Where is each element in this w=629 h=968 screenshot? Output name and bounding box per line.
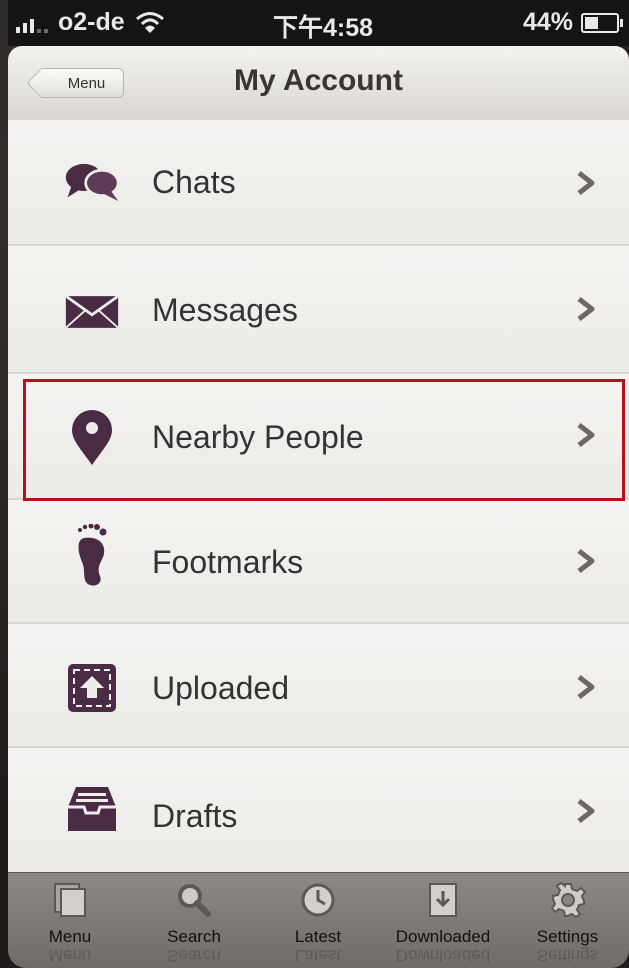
menu-item-chats[interactable]: Chats [8, 120, 629, 246]
tab-label-reflection: Downloaded [395, 946, 491, 965]
wifi-icon [135, 11, 164, 33]
chat-bubbles-icon [64, 154, 120, 210]
menu-item-label: Drafts [152, 798, 238, 834]
upload-icon [64, 660, 120, 716]
clock-icon [298, 879, 338, 921]
gear-icon [548, 879, 588, 921]
menu-item-label: Nearby People [152, 419, 364, 455]
tab-menu[interactable]: Menu Menu [8, 879, 132, 965]
menu-item-nearby-people[interactable]: Nearby People [8, 374, 629, 500]
tab-search[interactable]: Search Search [132, 879, 256, 965]
menu-item-messages[interactable]: Messages [8, 246, 629, 374]
tab-label-reflection: Latest [294, 946, 342, 965]
menu-item-footmarks[interactable]: Footmarks [8, 500, 629, 624]
tab-label: Settings [536, 927, 599, 946]
tab-label: Menu [48, 927, 92, 946]
tab-label: Latest [294, 927, 342, 946]
footprint-icon [64, 524, 120, 586]
status-right: 44% [522, 8, 623, 37]
menu-item-uploaded[interactable]: Uploaded [8, 624, 629, 748]
page-title: My Account [234, 64, 403, 97]
account-menu-list: Chats Messages Nearby People Footmarks U… [8, 120, 629, 872]
chevron-right-icon [577, 171, 595, 195]
tab-label: Search [167, 927, 221, 946]
location-pin-icon [64, 410, 120, 466]
tab-label: Downloaded [395, 927, 491, 946]
download-icon [423, 879, 463, 921]
status-left: o2-de [16, 8, 165, 37]
tab-label-reflection: Search [167, 946, 221, 965]
inbox-tray-icon [64, 782, 120, 838]
status-time: 下午4:58 [273, 14, 374, 42]
magnifier-icon [174, 879, 214, 921]
navigation-bar: Menu My Account [8, 46, 629, 121]
envelope-icon [64, 284, 120, 340]
menu-item-label: Footmarks [152, 544, 304, 580]
chevron-right-icon [577, 799, 595, 823]
menu-item-drafts[interactable]: Drafts [8, 748, 629, 872]
menu-pages-icon [50, 879, 90, 921]
battery-percent: 44% [522, 8, 573, 36]
tab-label-reflection: Menu [48, 946, 92, 965]
chevron-right-icon [577, 297, 595, 321]
status-bar: o2-de 下午4:58 44% [8, 0, 629, 46]
chevron-right-icon [577, 423, 595, 447]
battery-icon [581, 12, 623, 33]
carrier-name: o2-de [58, 8, 125, 36]
tab-latest[interactable]: Latest Latest [256, 879, 380, 965]
tab-bar: Menu Menu Search Search Latest Latest Do… [8, 872, 629, 968]
menu-item-label: Chats [152, 164, 236, 200]
chevron-right-icon [577, 675, 595, 699]
tab-downloaded[interactable]: Downloaded Downloaded [380, 879, 506, 965]
chevron-right-icon [577, 549, 595, 573]
tab-label-reflection: Settings [536, 946, 599, 965]
phone-screen: o2-de 下午4:58 44% Menu My Account Chats M… [8, 0, 629, 968]
tab-settings[interactable]: Settings Settings [506, 879, 629, 965]
menu-item-label: Messages [152, 292, 298, 328]
menu-item-label: Uploaded [152, 670, 289, 706]
signal-icon [16, 13, 48, 33]
